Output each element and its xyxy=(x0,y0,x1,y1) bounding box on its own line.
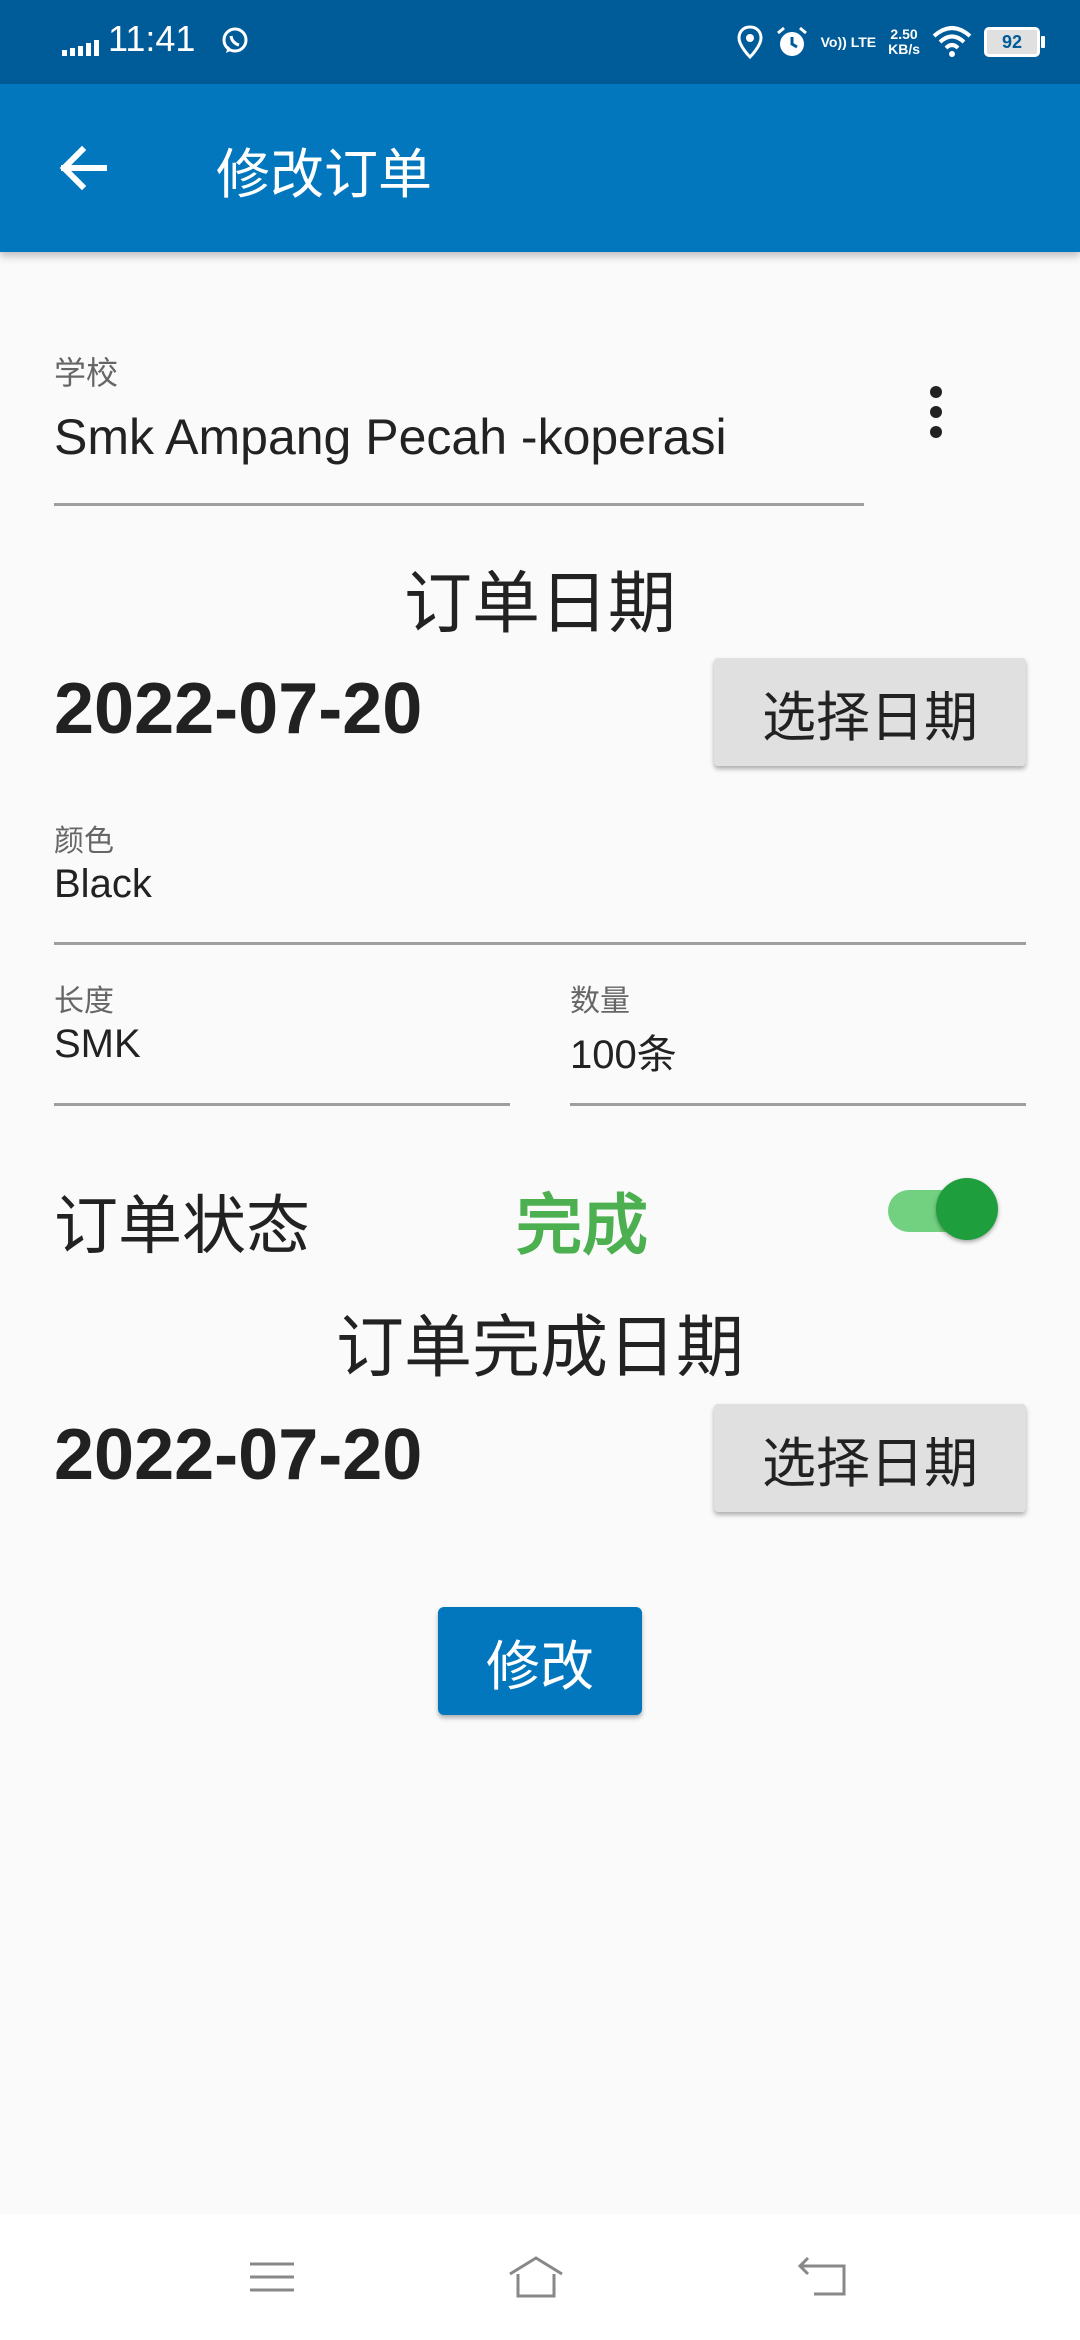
order-date-title: 订单日期 xyxy=(403,565,676,644)
battery-icon: 92 xyxy=(984,27,1045,57)
navigation-bar xyxy=(0,2214,1080,2340)
signal-icon xyxy=(62,40,99,56)
quantity-underline xyxy=(570,1103,1026,1106)
wifi-icon xyxy=(932,26,972,57)
select-order-date-button[interactable]: 选择日期 xyxy=(714,658,1026,766)
back-nav-icon[interactable] xyxy=(794,2252,854,2302)
status-time: 11:41 xyxy=(108,18,196,59)
length-input[interactable]: SMK xyxy=(54,1022,141,1067)
order-status-label: 订单状态 xyxy=(54,1190,310,1264)
app-bar: 修改订单 xyxy=(0,84,1080,252)
network-speed-value: 2.50 xyxy=(890,26,918,42)
home-icon[interactable] xyxy=(506,2252,566,2302)
order-date-value: 2022-07-20 xyxy=(54,669,423,749)
location-icon xyxy=(737,25,763,59)
alarm-icon xyxy=(776,26,807,56)
select-completion-date-button[interactable]: 选择日期 xyxy=(714,1404,1026,1512)
school-underline xyxy=(54,503,864,506)
quantity-input[interactable]: 100条 xyxy=(570,1022,677,1080)
status-bar: 11:41 Vo)) LTE 2.50 KB/s 92 xyxy=(0,0,1080,84)
network-speed-unit: KB/s xyxy=(888,41,920,57)
length-label: 长度 xyxy=(54,984,114,1019)
submit-button[interactable]: 修改 xyxy=(438,1607,642,1715)
network-speed: 2.50 KB/s xyxy=(888,27,920,57)
volte-indicator: Vo)) LTE xyxy=(820,33,877,50)
school-label: 学校 xyxy=(54,354,119,392)
color-underline xyxy=(54,942,1026,945)
more-vert-icon[interactable] xyxy=(918,382,954,442)
menu-icon[interactable] xyxy=(242,2252,302,2302)
school-dropdown[interactable]: Smk Ampang Pecah -koperasi xyxy=(54,408,727,466)
order-status-switch-thumb[interactable] xyxy=(936,1178,998,1240)
order-status-value: 完成 xyxy=(516,1187,648,1264)
completion-date-title: 订单完成日期 xyxy=(335,1309,744,1388)
status-icons: Vo)) LTE 2.50 KB/s 92 xyxy=(737,22,1045,62)
whatsapp-icon xyxy=(222,27,248,53)
completion-date-value: 2022-07-20 xyxy=(54,1415,423,1495)
arrow-back-icon[interactable] xyxy=(50,134,118,202)
color-label: 颜色 xyxy=(54,824,114,859)
quantity-label: 数量 xyxy=(570,984,630,1019)
page-title: 修改订单 xyxy=(216,143,432,206)
length-underline xyxy=(54,1103,510,1106)
color-input[interactable]: Black xyxy=(54,862,152,907)
